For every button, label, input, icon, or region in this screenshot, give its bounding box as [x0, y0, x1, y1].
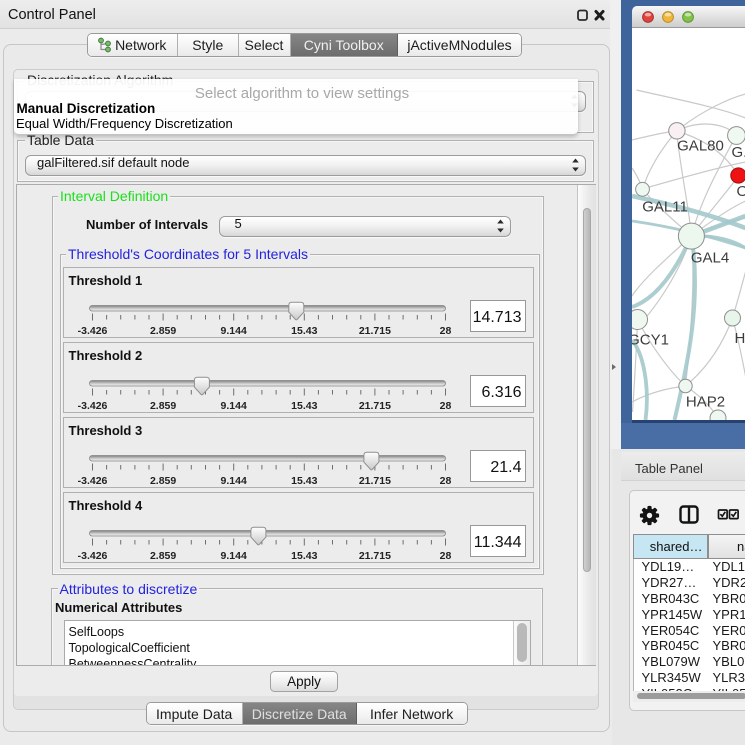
svg-text:2.859: 2.859	[149, 325, 175, 337]
svg-text:GAL80: GAL80	[677, 138, 724, 155]
svg-text:HI: HI	[734, 330, 745, 347]
svg-text:28: 28	[439, 475, 451, 487]
svg-text:9.144: 9.144	[220, 550, 246, 562]
svg-text:9.144: 9.144	[220, 400, 246, 412]
svg-text:21.715: 21.715	[358, 550, 390, 562]
svg-text:-3.426: -3.426	[77, 325, 107, 337]
svg-text:GAL11: GAL11	[642, 199, 688, 216]
svg-text:15.43: 15.43	[291, 550, 317, 562]
svg-text:2.859: 2.859	[149, 550, 175, 562]
svg-text:O: O	[736, 183, 745, 200]
svg-text:-3.426: -3.426	[77, 400, 107, 412]
svg-text:15.43: 15.43	[291, 325, 317, 337]
svg-text:-3.426: -3.426	[77, 550, 107, 562]
svg-text:G.: G.	[731, 144, 745, 161]
svg-text:2.859: 2.859	[149, 400, 175, 412]
svg-text:2.859: 2.859	[149, 475, 175, 487]
svg-text:15.43: 15.43	[291, 400, 317, 412]
svg-text:28: 28	[439, 550, 451, 562]
svg-text:15.43: 15.43	[291, 475, 317, 487]
svg-text:9.144: 9.144	[220, 475, 246, 487]
svg-text:9.144: 9.144	[220, 325, 246, 337]
svg-text:28: 28	[439, 325, 451, 337]
svg-text:GAL4: GAL4	[690, 250, 728, 267]
svg-text:21.715: 21.715	[358, 475, 390, 487]
svg-text:21.715: 21.715	[358, 400, 390, 412]
svg-text:28: 28	[439, 400, 451, 412]
svg-text:21.715: 21.715	[358, 325, 390, 337]
svg-text:GCY1: GCY1	[632, 332, 669, 349]
svg-text:-3.426: -3.426	[77, 475, 107, 487]
svg-text:HAP2: HAP2	[685, 394, 724, 411]
